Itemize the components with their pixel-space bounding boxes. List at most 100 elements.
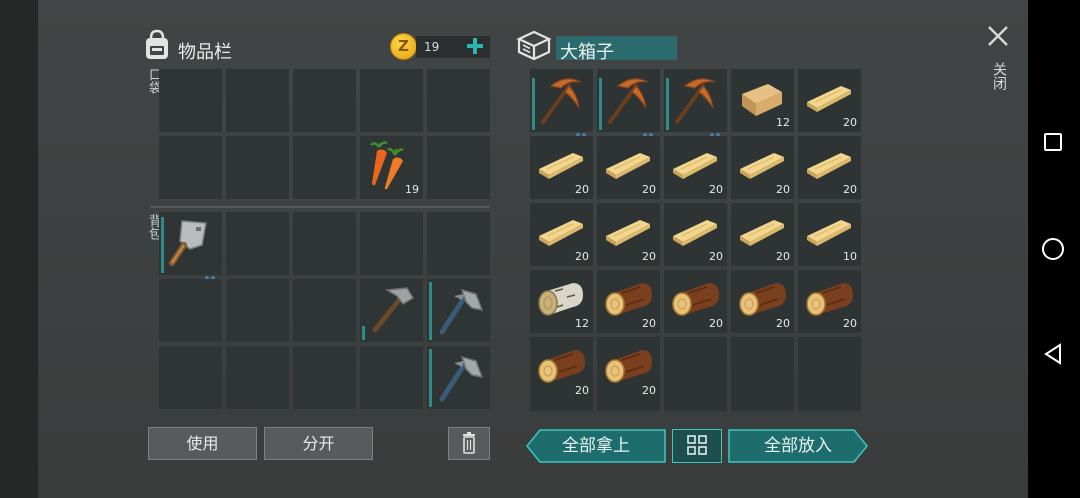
backpack-slot[interactable]: [226, 212, 289, 275]
backpack-slot[interactable]: [159, 346, 222, 409]
backpack-slot[interactable]: [360, 346, 423, 409]
chest-slot[interactable]: 20: [798, 270, 861, 333]
left-edge: [0, 0, 38, 498]
backpack-icon: [142, 29, 172, 61]
close-icon: [988, 26, 1008, 46]
item-count: 20: [709, 183, 723, 196]
chest-slot[interactable]: [530, 69, 593, 137]
coin-count: 19: [424, 40, 440, 54]
pocket-slot[interactable]: [226, 136, 289, 199]
durability-bar: [429, 282, 432, 340]
backpack-slot[interactable]: [293, 279, 356, 342]
chest-slot[interactable]: [798, 337, 861, 400]
pocket-slot[interactable]: [360, 69, 423, 132]
backpack-slot[interactable]: [360, 212, 423, 275]
item-count: 20: [642, 250, 656, 263]
back-icon: [1044, 343, 1061, 365]
backpack-slot[interactable]: [226, 346, 289, 409]
chest-slot[interactable]: 20: [664, 270, 727, 333]
backpack-slot[interactable]: [427, 212, 490, 275]
durability-bar: [161, 217, 164, 273]
chest-grid-scroll-hint: [530, 397, 863, 411]
item-count: 12: [776, 116, 790, 129]
chest-slot[interactable]: [664, 69, 727, 137]
chest-slot[interactable]: 12: [530, 270, 593, 333]
pickaxe-icon: [600, 72, 656, 128]
take-all-label: 全部拿上: [562, 436, 630, 456]
durability-bar: [362, 326, 365, 340]
chest-slot[interactable]: 20: [597, 203, 660, 266]
chest-slot[interactable]: 20: [664, 203, 727, 266]
backpack-slot[interactable]: [360, 279, 423, 342]
game-screen: 物品栏 Z 19 口袋 背包 19 使用 分开 大箱子 12 20 20 20 20 20…: [38, 0, 1028, 498]
use-button[interactable]: 使用: [148, 427, 257, 460]
ammo-dots: [641, 122, 655, 137]
item-count: 20: [843, 317, 857, 330]
backpack-slot[interactable]: [293, 346, 356, 409]
add-coins-button[interactable]: [464, 35, 486, 57]
backpack-slot[interactable]: [293, 212, 356, 275]
chest-slot[interactable]: 20: [597, 270, 660, 333]
trash-button[interactable]: [448, 427, 490, 460]
ammo-dots: [708, 122, 722, 137]
item-count: 20: [642, 183, 656, 196]
chest-slot[interactable]: 10: [798, 203, 861, 266]
item-count: 20: [776, 250, 790, 263]
chest-slot[interactable]: 20: [530, 337, 593, 400]
item-count: 20: [843, 116, 857, 129]
chest-slot[interactable]: 20: [664, 136, 727, 199]
chest-slot[interactable]: 20: [597, 337, 660, 400]
item-count: 12: [575, 317, 589, 330]
chest-slot[interactable]: 20: [530, 203, 593, 266]
chest-icon: [516, 29, 552, 61]
close-button[interactable]: 关闭: [984, 22, 1012, 102]
chest-slot[interactable]: 20: [597, 136, 660, 199]
section-divider: [150, 206, 490, 208]
item-count: 10: [843, 250, 857, 263]
cleaver-icon: [162, 215, 218, 271]
backpack-slot[interactable]: [159, 212, 222, 280]
chest-slot[interactable]: [664, 337, 727, 400]
close-label: 关闭: [991, 62, 1007, 90]
backpack-slot[interactable]: [226, 279, 289, 342]
backpack-slot[interactable]: [159, 279, 222, 342]
backpack-slot[interactable]: [427, 279, 490, 342]
pickaxe-icon: [667, 72, 723, 128]
pocket-slot[interactable]: [427, 136, 490, 199]
item-count: 20: [709, 250, 723, 263]
chest-slot[interactable]: 20: [798, 136, 861, 199]
durability-bar: [666, 78, 669, 130]
ammo-dots: [574, 122, 588, 137]
split-button[interactable]: 分开: [264, 427, 373, 460]
pocket-slot[interactable]: [226, 69, 289, 132]
ammo-dots: [203, 265, 217, 280]
pocket-slot[interactable]: [293, 136, 356, 199]
sort-button[interactable]: [672, 429, 722, 463]
axe-icon: [430, 349, 486, 405]
recents-button[interactable]: [1044, 133, 1062, 151]
chest-slot[interactable]: [597, 69, 660, 137]
chest-slot[interactable]: 20: [731, 136, 794, 199]
chest-slot[interactable]: [731, 337, 794, 400]
hammer-icon: [363, 282, 419, 338]
axe-icon: [430, 282, 486, 338]
chest-slot[interactable]: 12: [731, 69, 794, 132]
pocket-slot[interactable]: [427, 69, 490, 132]
pocket-slot[interactable]: 19: [360, 136, 423, 199]
take-all-button[interactable]: 全部拿上: [526, 429, 666, 463]
item-count: 20: [709, 317, 723, 330]
durability-bar: [429, 349, 432, 407]
put-all-button[interactable]: 全部放入: [728, 429, 868, 463]
pocket-slot[interactable]: [159, 69, 222, 132]
chest-slot[interactable]: 20: [530, 136, 593, 199]
pocket-slot[interactable]: [293, 69, 356, 132]
backpack-slot[interactable]: [427, 346, 490, 409]
item-count: 20: [642, 384, 656, 397]
pocket-slot[interactable]: [159, 136, 222, 199]
home-button[interactable]: [1042, 238, 1064, 260]
item-count: 20: [575, 384, 589, 397]
chest-slot[interactable]: 20: [731, 203, 794, 266]
back-button[interactable]: [1043, 343, 1063, 365]
chest-slot[interactable]: 20: [731, 270, 794, 333]
chest-slot[interactable]: 20: [798, 69, 861, 132]
